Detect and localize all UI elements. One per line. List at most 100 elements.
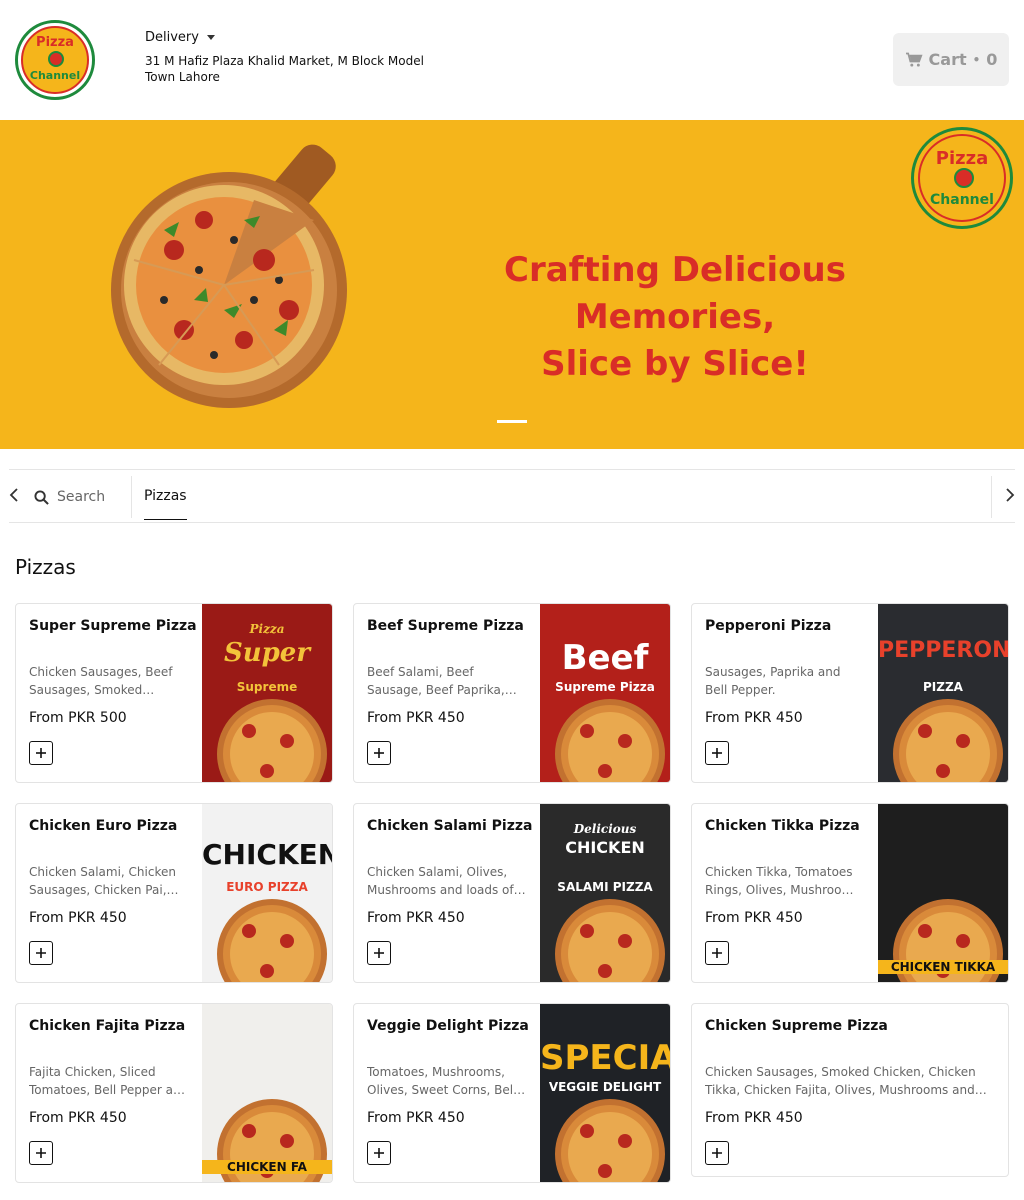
product-image: CHICKEN EURO PIZZA (202, 804, 332, 982)
product-name: Chicken Supreme Pizza (705, 1018, 888, 1034)
hero-banner[interactable]: Pizza Channel Crafting Delicious Memorie… (0, 120, 1024, 449)
cart-button[interactable]: Cart • 0 (893, 33, 1009, 86)
plus-icon (374, 1148, 384, 1158)
plus-icon (374, 748, 384, 758)
banner-tagline: Crafting Delicious Memories, Slice by Sl… (400, 247, 950, 388)
product-price: From PKR 500 (29, 710, 127, 726)
product-image: CHICKEN TIKKA (878, 804, 1008, 982)
add-to-cart-button[interactable] (367, 1141, 391, 1165)
product-info: Super Supreme Pizza Chicken Sausages, Bee… (29, 618, 197, 726)
product-price: From PKR 450 (29, 1110, 127, 1126)
add-to-cart-button[interactable] (705, 741, 729, 765)
category-bar: Pizzas (9, 469, 1015, 523)
cart-count: 0 (986, 50, 998, 69)
product-name: Pepperoni Pizza (705, 618, 832, 634)
plus-icon (36, 948, 46, 958)
product-image-subtitle: Supreme Pizza (555, 680, 655, 694)
search-input[interactable] (57, 489, 127, 505)
banner-logo: Pizza Channel (911, 127, 1013, 229)
product-card[interactable]: Chicken Euro Pizza Chicken Salami, Chicke… (15, 803, 333, 983)
product-name: Super Supreme Pizza (29, 618, 197, 634)
product-price: From PKR 450 (367, 910, 465, 926)
product-price: From PKR 450 (705, 1110, 803, 1126)
tagline-line2: Slice by Slice! (541, 344, 809, 384)
add-to-cart-button[interactable] (29, 941, 53, 965)
product-card[interactable]: Beef Supreme Pizza Beef Salami, Beef Saus… (353, 603, 671, 783)
product-name: Chicken Salami Pizza (367, 818, 533, 834)
product-image-small-text: Pizza (249, 622, 285, 636)
product-image-subtitle: EURO PIZZA (226, 880, 308, 894)
product-image-title: CHICKEN (565, 838, 645, 857)
product-image-subtitle: CHICKEN TIKKA (878, 960, 1008, 974)
logo-text-top: Pizza (36, 35, 74, 50)
plus-icon (374, 948, 384, 958)
product-image-subtitle: SALAMI PIZZA (557, 880, 653, 894)
plus-icon (712, 1148, 722, 1158)
product-price: From PKR 450 (367, 1110, 465, 1126)
product-description: Tomatoes, Mushrooms, Olives, Sweet Corns… (367, 1065, 517, 1097)
product-image: Beef Supreme Pizza (540, 604, 670, 782)
add-to-cart-button[interactable] (29, 1141, 53, 1165)
pizza-board-image (111, 144, 347, 408)
carousel-indicator[interactable] (497, 420, 527, 423)
product-info: Chicken Fajita Pizza Fajita Chicken, Slic… (29, 1018, 189, 1126)
product-price: From PKR 450 (29, 910, 127, 926)
product-card[interactable]: Chicken Salami Pizza Chicken Salami, Oliv… (353, 803, 671, 983)
product-image: PEPPERONI PIZZA (878, 604, 1008, 782)
product-card[interactable]: Chicken Supreme Pizza Chicken Sausages, S… (691, 1003, 1009, 1177)
pizza-channel-logo[interactable]: Pizza Channel (15, 20, 95, 100)
add-to-cart-button[interactable] (705, 941, 729, 965)
delivery-address[interactable]: 31 M Hafiz Plaza Khalid Market, M Block … (145, 53, 435, 85)
product-price: From PKR 450 (367, 710, 465, 726)
delivery-mode-dropdown[interactable]: Delivery (145, 30, 215, 45)
product-description: Sausages, Paprika and Bell Pepper. (705, 665, 841, 697)
add-to-cart-button[interactable] (367, 941, 391, 965)
search-box[interactable] (34, 480, 132, 514)
product-image: CHICKEN FA (202, 1004, 332, 1182)
add-to-cart-button[interactable] (367, 741, 391, 765)
product-description: Chicken Sausages, Smoked Chicken, Chicke… (705, 1065, 976, 1097)
add-to-cart-button[interactable] (29, 741, 53, 765)
add-to-cart-button[interactable] (705, 1141, 729, 1165)
cart-separator: • (972, 52, 981, 67)
product-price: From PKR 450 (705, 710, 803, 726)
product-info: Chicken Salami Pizza Chicken Salami, Oliv… (367, 818, 533, 926)
product-info: Veggie Delight Pizza Tomatoes, Mushrooms,… (367, 1018, 529, 1126)
tab-pizzas[interactable]: Pizzas (144, 488, 187, 520)
plus-icon (712, 748, 722, 758)
plus-icon (712, 948, 722, 958)
product-info: Chicken Tikka Pizza Chicken Tikka, Tomato… (705, 818, 865, 926)
product-info: Beef Supreme Pizza Beef Salami, Beef Saus… (367, 618, 527, 726)
product-description: Chicken Salami, Olives, Mushrooms and lo… (367, 865, 514, 897)
product-card[interactable]: Chicken Tikka Pizza Chicken Tikka, Tomato… (691, 803, 1009, 983)
product-card[interactable]: Pepperoni Pizza Sausages, Paprika and Bel… (691, 603, 1009, 783)
banner-logo-bottom: Channel (930, 192, 994, 208)
product-price: From PKR 450 (705, 910, 803, 926)
product-image-title: CHICKEN (202, 838, 332, 871)
tagline-line1: Crafting Delicious Memories, (504, 250, 846, 337)
cart-label: Cart (928, 50, 967, 69)
product-image-subtitle: Supreme (236, 680, 298, 694)
product-description: Fajita Chicken, Sliced Tomatoes, Bell Pe… (29, 1065, 189, 1097)
product-image: Delicious CHICKEN SALAMI PIZZA (540, 804, 670, 982)
product-card[interactable]: Super Supreme Pizza Chicken Sausages, Bee… (15, 603, 333, 783)
product-info: Chicken Euro Pizza Chicken Salami, Chicke… (29, 818, 189, 926)
product-description: Chicken Sausages, Beef Sausages, Smoked … (29, 665, 173, 697)
search-icon (34, 489, 49, 505)
product-image-small-text: Delicious (573, 822, 637, 836)
chevron-right-icon[interactable] (1005, 488, 1015, 502)
product-description: Chicken Tikka, Tomatoes Rings, Olives, M… (705, 865, 857, 897)
product-card[interactable]: Veggie Delight Pizza Tomatoes, Mushrooms,… (353, 1003, 671, 1183)
section-title: Pizzas (15, 555, 76, 579)
product-image: Pizza Super Supreme (202, 604, 332, 782)
chevron-left-icon[interactable] (9, 488, 19, 502)
product-image-title: PEPPERONI (878, 638, 1008, 663)
product-name: Chicken Euro Pizza (29, 818, 178, 834)
caret-down-icon (206, 35, 215, 40)
product-image-title: Beef (561, 638, 649, 678)
product-image-title: Super (223, 638, 311, 668)
product-card[interactable]: Chicken Fajita Pizza Fajita Chicken, Slic… (15, 1003, 333, 1183)
banner-logo-top: Pizza (935, 148, 989, 169)
cart-icon (905, 52, 923, 67)
delivery-mode-label: Delivery (145, 30, 199, 45)
